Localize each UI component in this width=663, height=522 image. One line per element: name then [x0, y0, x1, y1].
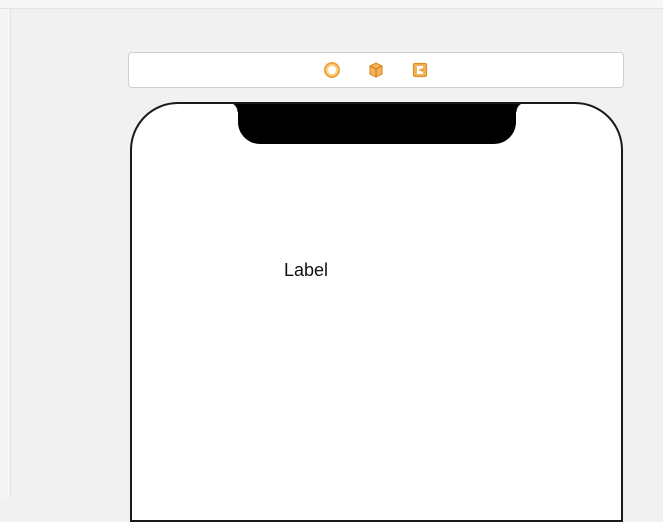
view-controller-icon[interactable] [323, 61, 341, 79]
storyboard-canvas[interactable]: Label [0, 0, 663, 522]
scene-dock[interactable] [128, 52, 624, 88]
first-responder-icon[interactable] [367, 61, 385, 79]
ui-label[interactable]: Label [284, 259, 328, 281]
document-outline-gutter [0, 9, 11, 497]
device-notch [228, 104, 526, 144]
device-frame[interactable]: Label [130, 102, 623, 522]
editor-top-strip [0, 0, 663, 9]
exit-icon[interactable] [411, 61, 429, 79]
